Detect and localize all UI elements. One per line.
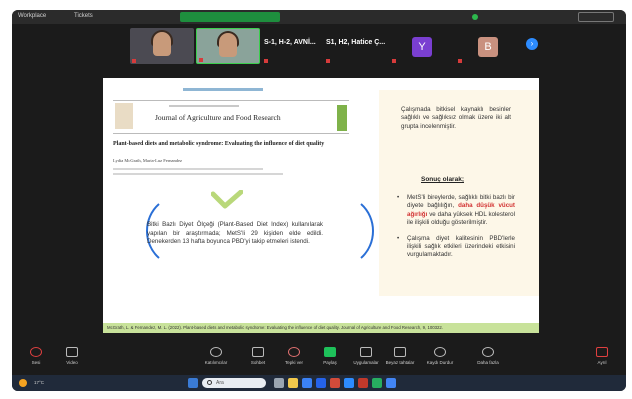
office-icon[interactable]: [330, 378, 340, 388]
share-button[interactable]: Paylaş: [310, 345, 350, 371]
affiliation-line: [113, 173, 283, 175]
sharing-indicator[interactable]: [180, 12, 280, 22]
participant-face: [219, 33, 237, 57]
citation-bar: McGrath, L. & Fernandez, M. L. (2022). P…: [103, 323, 539, 333]
record-button[interactable]: Kaydı Durdur: [420, 345, 460, 371]
mic-off-icon: [458, 58, 462, 63]
weather-text: 17°C: [34, 380, 45, 385]
more-icon: [482, 347, 494, 357]
participant-display-name: S-1, H-2, AVNİ...: [264, 39, 316, 46]
journal-title: Journal of Agriculture and Food Research: [155, 113, 281, 122]
participants-button[interactable]: Katılımcılar: [196, 345, 236, 371]
apps-icon: [360, 347, 372, 357]
weather-icon[interactable]: [18, 378, 28, 388]
mic-off-icon: [264, 58, 268, 63]
leave-label: Ayrıl: [597, 360, 607, 365]
chrome-icon[interactable]: [386, 378, 396, 388]
contents-line: [169, 105, 239, 107]
journal-header: Journal of Agriculture and Food Research: [113, 100, 349, 134]
apps-label: Uygulamalar: [353, 360, 379, 365]
mic-off-icon: [392, 58, 396, 63]
mute-label: Sesi: [31, 360, 41, 365]
search-icon: [207, 380, 212, 385]
whiteboard-icon: [394, 347, 406, 357]
excel-icon[interactable]: [372, 378, 382, 388]
conclusion-list: MetS'li bireylerde, sağlıklı bitki bazlı…: [397, 194, 515, 267]
leave-icon: [596, 347, 608, 357]
paper-authors: Lydia McGrath, Maria-Luz Fernandez: [113, 158, 182, 163]
shared-slide: Journal of Agriculture and Food Research…: [103, 78, 539, 333]
list-item: MetS'li bireylerde, sağlıklı bitki bazlı…: [397, 194, 515, 228]
participant-tile[interactable]: S-1, H-2, AVNİ...: [262, 28, 322, 64]
heart-icon: [288, 347, 300, 357]
elsevier-logo: [115, 103, 133, 129]
paper-header-link: [183, 88, 263, 91]
browser-icon[interactable]: [302, 378, 312, 388]
summary-text: Bitki Bazlı Diyet Ölçeği (Plant-Based Di…: [147, 221, 323, 246]
more-label: Daha fazla: [477, 360, 499, 365]
participant-face: [153, 32, 171, 56]
window-bar: Workplace Tickets: [12, 10, 626, 24]
tickets-label[interactable]: Tickets: [74, 13, 93, 19]
conclusion-heading: Sonuç olarak;: [421, 176, 464, 183]
participant-tile[interactable]: [130, 28, 194, 64]
participants-label: Katılımcılar: [204, 360, 228, 365]
mic-off-icon: [199, 57, 203, 62]
chat-icon: [252, 347, 264, 357]
zoom-icon[interactable]: [344, 378, 354, 388]
meeting-toolbar: Sesi Video Katılımcılar Sohbet Tepki ver…: [12, 341, 626, 375]
video-button[interactable]: Video: [52, 345, 92, 371]
share-screen-icon: [324, 347, 336, 357]
screen: Workplace Tickets S-1, H-2, AVNİ... S1, …: [12, 10, 626, 391]
participants-icon: [210, 347, 222, 357]
participant-display-name: S1, H2, Hatice Ç...: [326, 39, 386, 46]
next-page-icon[interactable]: ›: [526, 38, 538, 50]
mic-off-icon: [132, 58, 136, 63]
video-label: Video: [66, 360, 78, 365]
whiteboards-label: Beyaz tahtalar: [385, 360, 415, 365]
record-label: Kaydı Durdur: [426, 360, 454, 365]
record-icon: [434, 347, 446, 357]
findings-panel: Çalışmada bitkisel kaynaklı besinler sağ…: [379, 90, 539, 296]
video-camera-icon: [66, 347, 78, 357]
participant-strip: S-1, H-2, AVNİ... S1, H2, Hatice Ç... Y …: [12, 24, 626, 68]
more-button[interactable]: Daha fazla: [468, 345, 508, 371]
mic-off-icon: [326, 58, 330, 63]
whiteboards-button[interactable]: Beyaz tahtalar: [380, 345, 420, 371]
affiliation-line: [113, 168, 263, 170]
os-taskbar: 17°C Ara: [12, 375, 626, 391]
participant-tile[interactable]: S1, H2, Hatice Ç...: [324, 28, 388, 64]
taskbar-app-icon[interactable]: [274, 378, 284, 388]
participant-avatar: Y: [412, 37, 432, 57]
participant-tile[interactable]: B: [456, 28, 520, 64]
file-explorer-icon[interactable]: [288, 378, 298, 388]
leave-button[interactable]: Ayrıl: [582, 345, 622, 371]
workspace-label[interactable]: Workplace: [18, 13, 46, 19]
chat-label: Sohbet: [250, 360, 266, 365]
powerpoint-icon[interactable]: [358, 378, 368, 388]
participant-avatar: B: [478, 37, 498, 57]
list-item: Çalışma diyet kalitesinin PBD'lerle iliş…: [397, 235, 515, 260]
journal-cover: [337, 105, 347, 131]
share-label: Paylaş: [323, 360, 337, 365]
search-placeholder: Ara: [216, 380, 224, 386]
security-shield-icon[interactable]: [472, 14, 478, 20]
bullet2-text: Çalışma diyet kalitesinin PBD'lerle iliş…: [407, 234, 515, 259]
windows-start-icon[interactable]: [188, 378, 198, 388]
store-icon[interactable]: [316, 378, 326, 388]
taskbar-search[interactable]: Ara: [202, 378, 266, 388]
mute-button[interactable]: Sesi: [16, 345, 56, 371]
react-label: Tepki ver: [284, 360, 303, 365]
study-description: Çalışmada bitkisel kaynaklı besinler sağ…: [401, 106, 511, 130]
chat-button[interactable]: Sohbet: [238, 345, 278, 371]
participant-tile[interactable]: Y: [390, 28, 454, 64]
microphone-icon: [30, 347, 42, 357]
view-button[interactable]: [578, 12, 614, 22]
react-button[interactable]: Tepki ver: [274, 345, 314, 371]
paper-title: Plant-based diets and metabolic syndrome…: [113, 141, 325, 147]
participant-tile-active[interactable]: [196, 28, 260, 64]
